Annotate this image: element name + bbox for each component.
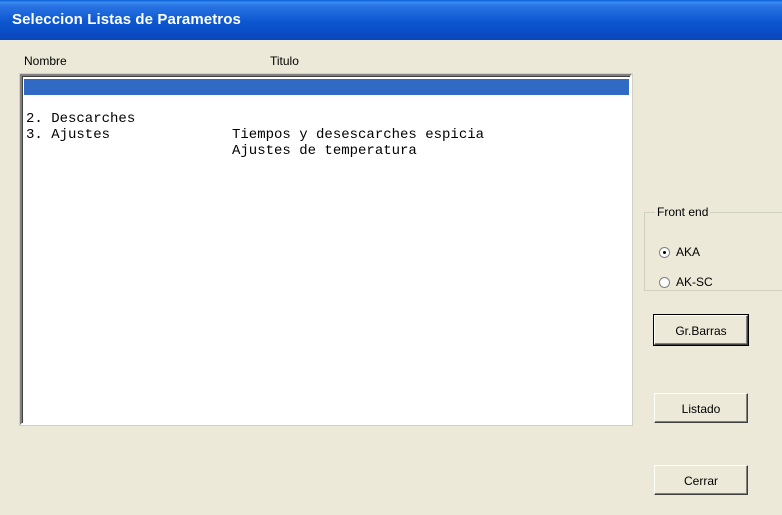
list-item-title: Tiempos y desescarches espicia bbox=[232, 127, 485, 143]
front-end-legend: Front end bbox=[657, 205, 709, 219]
radio-unchecked-icon bbox=[659, 276, 670, 288]
dialog-window: Seleccion Listas de Parametros Nombre Ti… bbox=[0, 0, 782, 515]
column-header-nombre[interactable]: Nombre bbox=[24, 54, 67, 68]
list-item[interactable]: 2. Descarches Tiempos y desescarches esp… bbox=[24, 95, 629, 143]
radio-checked-icon bbox=[659, 246, 670, 258]
radio-aka-label: AKA bbox=[676, 245, 701, 259]
column-header-titulo[interactable]: Titulo bbox=[270, 54, 299, 68]
radio-ak-sc[interactable]: AK-SC bbox=[659, 275, 713, 289]
cerrar-button[interactable]: Cerrar bbox=[654, 465, 748, 495]
title-bar[interactable]: Seleccion Listas de Parametros bbox=[0, 0, 782, 40]
list-item-title: Ajustes de temperatura bbox=[232, 143, 417, 159]
window-title: Seleccion Listas de Parametros bbox=[12, 11, 241, 28]
list-item[interactable]: 1. Vista general Alarmas v tempeaturas d… bbox=[24, 79, 629, 127]
gr-barras-button[interactable]: Gr.Barras bbox=[653, 314, 749, 346]
list-item[interactable]: 3. Ajustes Ajustes de temperatura bbox=[24, 111, 629, 159]
parameter-list[interactable]: 1. Vista general Alarmas v tempeaturas d… bbox=[19, 73, 633, 426]
radio-aka[interactable]: AKA bbox=[659, 245, 700, 259]
front-end-group: Front end AKA AK-SC bbox=[644, 205, 782, 291]
list-item-name: 3. Ajustes bbox=[26, 127, 111, 143]
listado-button[interactable]: Listado bbox=[654, 393, 748, 423]
radio-ak-sc-label: AK-SC bbox=[676, 275, 713, 289]
